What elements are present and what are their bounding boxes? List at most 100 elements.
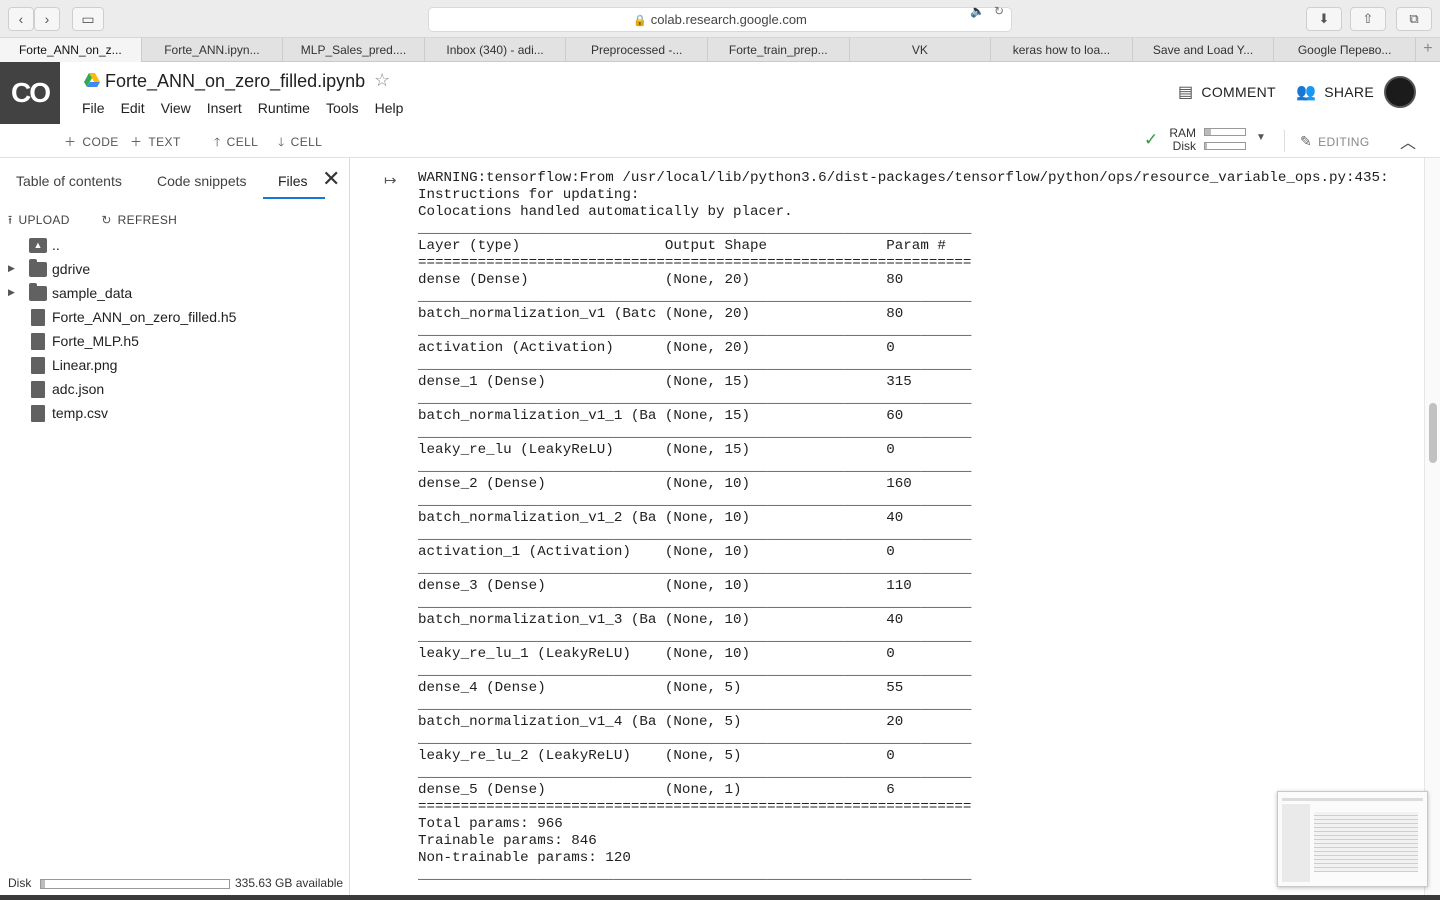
output-line: WARNING:tensorflow:From /usr/local/lib/p… [418, 170, 1398, 186]
output-line: ________________________________________… [418, 663, 972, 679]
output-line: ________________________________________… [418, 765, 972, 781]
output-line: batch_normalization_v1_2 (Ba (None, 10) … [418, 510, 972, 526]
add-code-button[interactable]: ＋ CODE [64, 133, 119, 150]
file-row[interactable]: Linear.png [0, 354, 350, 378]
colab-logo[interactable]: CO [0, 62, 60, 124]
output-line: ________________________________________… [418, 425, 972, 441]
star-icon[interactable]: ☆ [374, 70, 390, 91]
disk-meter[interactable] [1204, 142, 1246, 150]
file-row[interactable]: adc.json [0, 378, 350, 402]
menu-item-runtime[interactable]: Runtime [258, 100, 310, 116]
screenshot-thumbnail[interactable] [1277, 791, 1428, 887]
output-line: Total params: 966 [418, 816, 563, 832]
menu-item-insert[interactable]: Insert [207, 100, 242, 116]
disk-available: 335.63 GB available [235, 876, 344, 890]
comment-icon: ▤ [1178, 84, 1194, 101]
forward-button[interactable]: › [34, 7, 60, 31]
output-line: leaky_re_lu (LeakyReLU) (None, 15) 0 [418, 442, 972, 458]
notebook-title[interactable]: Forte_ANN_on_zero_filled.ipynb [105, 71, 365, 92]
google-drive-icon [84, 73, 100, 87]
file-row[interactable]: temp.csv [0, 402, 350, 426]
share-sheet-icon[interactable]: ⇧ [1350, 7, 1386, 31]
output-line: ========================================… [418, 799, 972, 815]
output-line: ________________________________________… [418, 629, 972, 645]
downloads-icon[interactable]: ⬇ [1306, 7, 1342, 31]
notebook-main: ↦ WARNING:tensorflow:From /usr/local/lib… [354, 158, 1424, 900]
menu-item-edit[interactable]: Edit [121, 100, 145, 116]
browser-tab[interactable]: Google Перево... [1274, 38, 1416, 62]
files-actions: ⭱ UPLOAD ↻ REFRESH [8, 211, 205, 232]
browser-tab[interactable]: Preprocessed -... [566, 38, 708, 62]
browser-tab[interactable]: Save and Load Y... [1133, 38, 1275, 62]
output-line: Non-trainable params: 120 [418, 850, 631, 866]
toolbar-divider [1284, 130, 1285, 152]
reload-icon[interactable]: ↻ [994, 4, 1004, 18]
chevron-down-icon[interactable]: ▼ [1256, 132, 1266, 143]
file-row[interactable]: ▲.. [0, 234, 350, 258]
output-line: activation (Activation) (None, 20) 0 [418, 340, 972, 356]
chevron-right-icon[interactable]: ▶ [8, 287, 15, 298]
browser-tab[interactable]: Forte_ANN.ipyn... [142, 38, 284, 62]
avatar[interactable] [1384, 76, 1416, 108]
output-line: batch_normalization_v1_4 (Ba (None, 5) 2… [418, 714, 972, 730]
output-arrow-icon[interactable]: ↦ [384, 171, 397, 189]
browser-tab[interactable]: Inbox (340) - adi... [425, 38, 567, 62]
file-row[interactable]: ▶ sample_data [0, 282, 350, 306]
file-row[interactable]: Forte_ANN_on_zero_filled.h5 [0, 306, 350, 330]
browser-tab[interactable]: keras how to loa... [991, 38, 1133, 62]
chevron-up-icon[interactable]: ︿ [1400, 129, 1416, 153]
cell-down-label: CELL [290, 135, 323, 149]
output-line: ________________________________________… [418, 357, 972, 373]
url-text: colab.research.google.com [650, 12, 807, 27]
chevron-right-icon[interactable]: ▶ [8, 263, 15, 274]
refresh-button[interactable]: ↻ REFRESH [101, 213, 191, 227]
close-icon[interactable]: ✕ [322, 166, 340, 192]
new-tab-icon[interactable]: + [1416, 38, 1440, 62]
ram-meter[interactable] [1204, 128, 1246, 136]
tab-code-snippets[interactable]: Code snippets [157, 173, 247, 189]
file-name: Forte_ANN_on_zero_filled.h5 [52, 309, 237, 325]
output-line: ________________________________________… [418, 561, 972, 577]
refresh-icon: ↻ [101, 213, 112, 227]
plus-icon: ＋ [130, 135, 143, 149]
output-line: ========================================… [418, 255, 972, 271]
sidebar-toggle-icon[interactable]: ▭ [72, 7, 104, 31]
tab-table-of-contents[interactable]: Table of contents [16, 173, 122, 189]
add-text-button[interactable]: ＋ TEXT [130, 133, 181, 150]
address-bar[interactable]: 🔒 colab.research.google.com [428, 7, 1012, 32]
output-line: dense_1 (Dense) (None, 15) 315 [418, 374, 972, 390]
browser-tab[interactable]: Forte_train_prep... [708, 38, 850, 62]
move-cell-up-button[interactable]: 🡑 CELL [214, 133, 258, 154]
move-cell-down-button[interactable]: 🡓 CELL [278, 133, 322, 154]
output-line: ________________________________________… [418, 867, 972, 883]
output-line: batch_normalization_v1_3 (Ba (None, 10) … [418, 612, 972, 628]
menu-item-tools[interactable]: Tools [326, 100, 359, 116]
file-row[interactable]: ▶ gdrive [0, 258, 350, 282]
menu-item-help[interactable]: Help [375, 100, 404, 116]
speaker-icon[interactable]: 🔈 [970, 4, 985, 18]
upload-button[interactable]: ⭱ UPLOAD [8, 213, 84, 227]
menu-item-file[interactable]: File [82, 100, 105, 116]
menu-item-view[interactable]: View [161, 100, 191, 116]
output-line: ________________________________________… [418, 221, 972, 237]
scrollbar[interactable] [1424, 158, 1440, 900]
comment-button[interactable]: ▤ COMMENT [1178, 82, 1276, 102]
file-name: .. [52, 237, 60, 253]
browser-tab[interactable]: MLP_Sales_pred.... [283, 38, 425, 62]
tab-overview-icon[interactable]: ⧉ [1396, 7, 1432, 31]
file-name: gdrive [52, 261, 91, 277]
thumbnail-sidebar [1282, 804, 1310, 882]
file-name: Forte_MLP.h5 [52, 333, 139, 349]
browser-tab[interactable]: VK [850, 38, 992, 62]
dock-edge [0, 895, 1440, 900]
output-line: dense_3 (Dense) (None, 10) 110 [418, 578, 972, 594]
tab-files[interactable]: Files [278, 173, 308, 189]
back-button[interactable]: ‹ [8, 7, 34, 31]
browser-toolbar: ‹ › ▭ 🔒 colab.research.google.com 🔈 ↻ ⬇ ⇧… [0, 0, 1440, 38]
editing-mode-button[interactable]: ✎ EDITING [1300, 133, 1370, 150]
browser-tab[interactable]: Forte_ANN_on_z... [0, 38, 142, 62]
file-row[interactable]: Forte_MLP.h5 [0, 330, 350, 354]
share-button[interactable]: 👥 SHARE [1296, 82, 1374, 102]
scroll-thumb[interactable] [1429, 403, 1437, 463]
file-icon [31, 309, 45, 326]
